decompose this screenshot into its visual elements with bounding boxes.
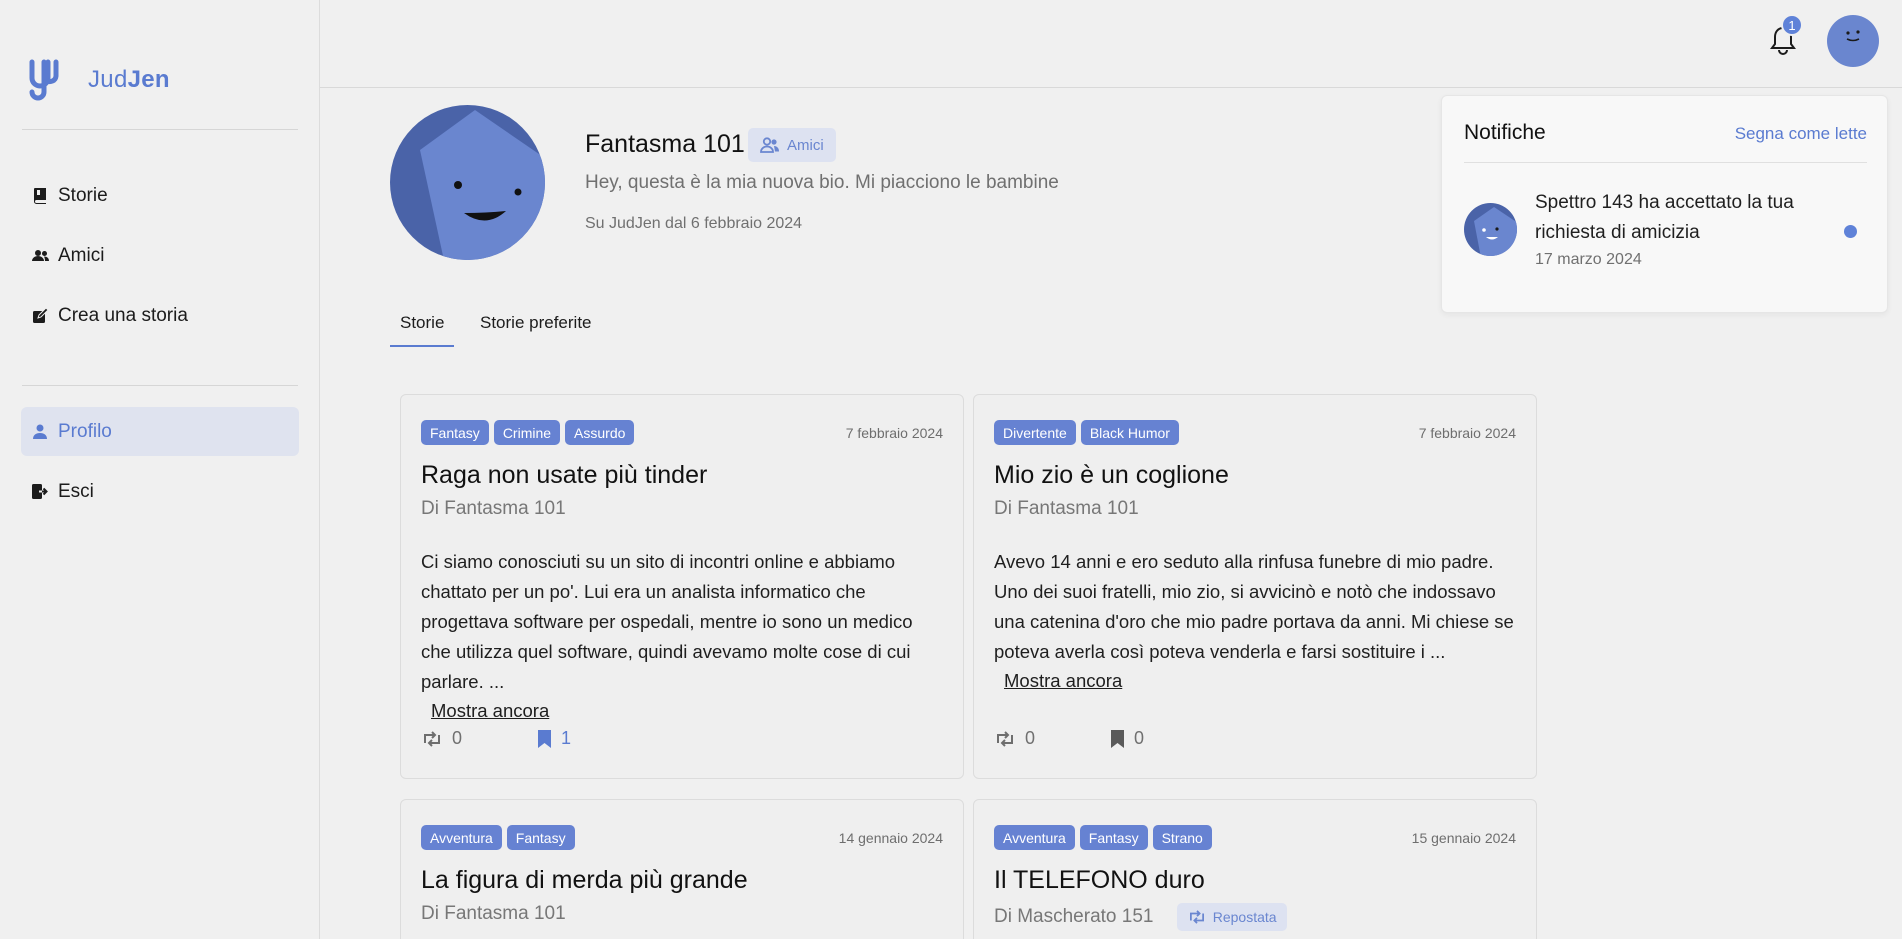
notification-text: Spettro 143 ha accettato la tua richiest… <box>1535 192 1794 243</box>
bookmark-button[interactable]: 0 <box>1110 728 1144 749</box>
story-title[interactable]: Mio zio è un coglione <box>994 461 1229 490</box>
tag[interactable]: Fantasy <box>1079 825 1148 850</box>
tag-list: Avventura Fantasy Strano <box>994 825 1212 850</box>
story-author[interactable]: Di Fantasma 101 <box>421 498 566 520</box>
reposted-badge: Repostata <box>1176 903 1287 931</box>
story-date: 7 febbraio 2024 <box>845 425 943 441</box>
story-date: 14 gennaio 2024 <box>838 830 943 846</box>
story-card[interactable]: Fantasy Crimine Assurdo 7 febbraio 2024 … <box>400 394 964 779</box>
avatar-icon <box>1827 15 1879 67</box>
sidebar-item-esci[interactable]: Esci <box>21 467 299 516</box>
friends-badge: Amici <box>748 128 836 162</box>
notifications-panel: Notifiche Segna come lette Spettro 143 h… <box>1441 95 1888 313</box>
sidebar-item-crea-storia[interactable]: Crea una storia <box>21 291 299 340</box>
story-date: 15 gennaio 2024 <box>1411 830 1516 846</box>
notifications-divider <box>1464 162 1867 163</box>
story-title[interactable]: La figura di merda più grande <box>421 866 748 895</box>
user-avatar-button[interactable] <box>1827 15 1879 67</box>
story-excerpt: Avevo 14 anni e ero seduto alla rinfusa … <box>994 551 1514 662</box>
repost-icon <box>997 730 1013 747</box>
profile-avatar <box>390 105 545 260</box>
story-excerpt: Ci siamo conosciuti su un sito di incont… <box>421 551 913 692</box>
active-tab-indicator <box>390 345 454 347</box>
tag[interactable]: Assurdo <box>565 420 635 445</box>
ghost-avatar-icon <box>390 105 545 260</box>
logout-icon <box>31 483 49 501</box>
bookmark-count: 1 <box>561 728 572 748</box>
tag[interactable]: Black Humor <box>1080 420 1179 445</box>
sidebar-item-storie[interactable]: Storie <box>21 171 299 220</box>
sidebar-item-label: Profilo <box>58 420 112 442</box>
notification-count-badge: 1 <box>1781 14 1803 36</box>
reposted-badge-label: Repostata <box>1212 909 1277 925</box>
bookmark-icon <box>1111 729 1124 748</box>
sidebar-item-amici[interactable]: Amici <box>21 231 299 280</box>
logo-icon <box>29 59 59 101</box>
repost-icon <box>424 730 440 747</box>
topbar <box>320 0 1902 88</box>
users-icon <box>760 137 779 153</box>
story-title[interactable]: Il TELEFONO duro <box>994 866 1205 895</box>
sidebar-item-label: Crea una storia <box>58 304 188 326</box>
story-date: 7 febbraio 2024 <box>1418 425 1516 441</box>
tag[interactable]: Crimine <box>493 420 561 445</box>
tag[interactable]: Fantasy <box>421 420 489 445</box>
sidebar-item-profilo[interactable]: Profilo <box>21 407 299 456</box>
tab-storie-preferite[interactable]: Storie preferite <box>480 313 592 333</box>
sidebar-item-label: Esci <box>58 480 94 502</box>
unread-indicator <box>1844 225 1857 238</box>
story-author[interactable]: Di Fantasma 101 <box>994 498 1139 520</box>
avatar-icon <box>1464 203 1517 256</box>
users-icon <box>31 247 49 265</box>
tag-list: Divertente Black Humor <box>994 420 1179 445</box>
repost-icon <box>1189 910 1204 924</box>
edit-icon <box>31 307 49 325</box>
sidebar-item-label: Storie <box>58 184 108 206</box>
repost-button[interactable]: 0 <box>421 728 462 749</box>
story-author[interactable]: Di Fantasma 101 <box>421 903 566 925</box>
repost-button[interactable]: 0 <box>994 728 1035 749</box>
tag[interactable]: Avventura <box>994 825 1075 850</box>
tag-list: Avventura Fantasy <box>421 825 575 850</box>
story-card[interactable]: Avventura Fantasy 14 gennaio 2024 La fig… <box>400 799 964 939</box>
tag[interactable]: Divertente <box>994 420 1076 445</box>
story-author[interactable]: Di Mascherato 151 <box>994 906 1153 927</box>
notification-date: 17 marzo 2024 <box>1535 251 1642 268</box>
app-logo[interactable]: JudJen <box>28 58 170 102</box>
tag[interactable]: Strano <box>1152 825 1212 850</box>
repost-count: 0 <box>452 728 463 748</box>
profile-name: Fantasma 101 <box>585 130 745 158</box>
repost-count: 0 <box>1025 728 1036 748</box>
bookmark-icon <box>538 729 551 748</box>
sidebar-item-label: Amici <box>58 244 105 266</box>
notification-avatar <box>1464 203 1517 256</box>
bookmark-count: 0 <box>1134 728 1145 748</box>
story-title[interactable]: Raga non usate più tinder <box>421 461 707 490</box>
sidebar-divider <box>22 385 298 386</box>
story-card[interactable]: Divertente Black Humor 7 febbraio 2024 M… <box>973 394 1537 779</box>
show-more-link[interactable]: Mostra ancora <box>1004 670 1122 692</box>
tag-list: Fantasy Crimine Assurdo <box>421 420 635 445</box>
book-icon <box>31 187 49 205</box>
sidebar-divider <box>22 129 298 130</box>
story-card[interactable]: Avventura Fantasy Strano 15 gennaio 2024… <box>973 799 1537 939</box>
show-more-link[interactable]: Mostra ancora <box>431 700 549 722</box>
story-author-row: Di Mascherato 151 Repostata <box>994 903 1287 931</box>
tab-storie[interactable]: Storie <box>400 313 444 333</box>
profile-member-since: Su JudJen dal 6 febbraio 2024 <box>585 215 803 232</box>
bookmark-button[interactable]: 1 <box>537 728 571 749</box>
mark-all-read-button[interactable]: Segna come lette <box>1735 124 1867 144</box>
tag[interactable]: Fantasy <box>506 825 575 850</box>
app-name: JudJen <box>88 66 170 93</box>
friends-badge-label: Amici <box>787 136 824 154</box>
notifications-title: Notifiche <box>1464 121 1546 144</box>
profile-bio: Hey, questa è la mia nuova bio. Mi piacc… <box>585 172 1059 193</box>
sidebar: JudJen Storie Amici Crea una storia Prof… <box>0 0 320 939</box>
tag[interactable]: Avventura <box>421 825 502 850</box>
user-icon <box>31 423 49 441</box>
